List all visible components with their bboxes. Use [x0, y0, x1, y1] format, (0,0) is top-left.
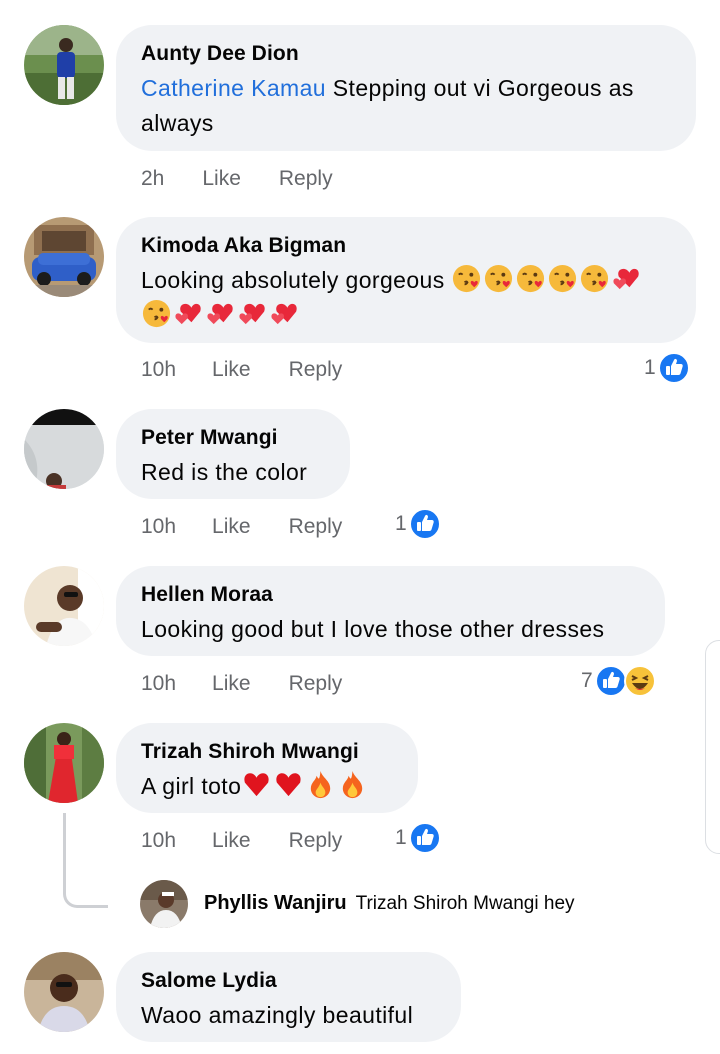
like-button[interactable]: Like	[212, 671, 251, 697]
comment-bubble: Peter Mwangi Red is the color	[116, 409, 350, 499]
reaction-count: 1	[644, 356, 656, 379]
reply-text: Trizah Shiroh Mwangi hey	[355, 893, 575, 914]
avatar[interactable]	[24, 217, 104, 297]
two-hearts-emoji-icon	[611, 263, 642, 294]
comment-bubble: Aunty Dee Dion Catherine Kamau Stepping …	[116, 25, 696, 151]
comment-time[interactable]: 10h	[141, 514, 176, 540]
reaction-summary[interactable]: 1	[395, 822, 441, 854]
reaction-count: 1	[395, 826, 407, 849]
comment-text: Looking absolutely gorgeous	[141, 263, 672, 333]
reaction-count: 1	[395, 512, 407, 535]
kissing-heart-emoji-icon	[579, 263, 610, 294]
like-reaction-icon	[408, 508, 441, 540]
like-button[interactable]: Like	[212, 357, 251, 383]
red-heart-emoji-icon	[241, 769, 272, 800]
reply-button[interactable]: Reply	[289, 514, 343, 540]
comment-bubble: Hellen Moraa Looking good but I love tho…	[116, 566, 665, 656]
comment-text: A girl toto	[141, 769, 394, 804]
two-hearts-emoji-icon	[237, 298, 268, 329]
like-reaction-icon	[594, 665, 627, 697]
reply-preview[interactable]: Phyllis Wanjiru Trizah Shiroh Mwangi hey	[204, 892, 575, 915]
comment-text-part: Stepping out vi Gorgeous as	[326, 75, 634, 101]
comment-author[interactable]: Trizah Shiroh Mwangi	[141, 737, 394, 767]
reply-thread-line	[63, 813, 108, 908]
reply-button[interactable]: Reply	[279, 166, 333, 192]
reaction-count: 7	[581, 669, 593, 692]
reply-button[interactable]: Reply	[289, 828, 343, 854]
reply-author[interactable]: Phyllis Wanjiru	[204, 892, 347, 914]
fire-emoji-icon	[337, 769, 368, 800]
kissing-heart-emoji-icon	[547, 263, 578, 294]
comment-author[interactable]: Peter Mwangi	[141, 423, 326, 453]
comment-author[interactable]: Kimoda Aka Bigman	[141, 231, 672, 261]
comment-actions: 10h Like Reply	[141, 357, 374, 383]
comment-text: Looking good but I love those other dres…	[141, 616, 605, 642]
comment-time[interactable]: 10h	[141, 671, 176, 697]
comment-text: Red is the color	[141, 459, 308, 485]
comment-text: Waoo amazingly beautiful	[141, 1002, 414, 1028]
side-panel-edge[interactable]	[705, 640, 720, 854]
reply-button[interactable]: Reply	[289, 357, 343, 383]
reply-avatar[interactable]	[140, 880, 188, 928]
kissing-heart-emoji-icon	[483, 263, 514, 294]
kissing-heart-emoji-icon	[141, 298, 172, 329]
two-hearts-emoji-icon	[269, 298, 300, 329]
like-button[interactable]: Like	[212, 514, 251, 540]
reaction-summary[interactable]: 1	[395, 508, 441, 540]
comment-text-part: A girl toto	[141, 773, 242, 799]
avatar[interactable]	[24, 25, 104, 105]
red-heart-emoji-icon	[273, 769, 304, 800]
kissing-heart-emoji-icon	[451, 263, 482, 294]
fire-emoji-icon	[305, 769, 336, 800]
comment-bubble: Kimoda Aka Bigman Looking absolutely gor…	[116, 217, 696, 343]
comment-time[interactable]: 2h	[141, 166, 164, 192]
comment-time[interactable]: 10h	[141, 828, 176, 854]
haha-reaction-icon	[623, 665, 656, 697]
two-hearts-emoji-icon	[173, 298, 204, 329]
avatar[interactable]	[24, 952, 104, 1032]
like-reaction-icon	[408, 822, 441, 854]
reaction-summary[interactable]: 7	[581, 665, 656, 697]
comment-actions: 10h Like Reply	[141, 828, 374, 854]
comment-time[interactable]: 10h	[141, 357, 176, 383]
comment-text-part: Looking absolutely gorgeous	[141, 267, 452, 293]
comment-actions: 10h Like Reply	[141, 514, 374, 540]
mention-link[interactable]: Catherine Kamau	[141, 75, 326, 101]
comment-bubble: Trizah Shiroh Mwangi A girl toto	[116, 723, 418, 813]
comment-bubble: Salome Lydia Waoo amazingly beautiful	[116, 952, 461, 1042]
kissing-heart-emoji-icon	[515, 263, 546, 294]
like-button[interactable]: Like	[202, 166, 241, 192]
comment-text-part: always	[141, 110, 214, 136]
avatar[interactable]	[24, 566, 104, 646]
comment-actions: 2h Like Reply	[141, 166, 365, 192]
comment-actions: 10h Like Reply	[141, 671, 374, 697]
comment-author[interactable]: Aunty Dee Dion	[141, 39, 672, 69]
comment-author[interactable]: Hellen Moraa	[141, 580, 641, 610]
reply-button[interactable]: Reply	[289, 671, 343, 697]
like-reaction-icon	[657, 352, 690, 384]
two-hearts-emoji-icon	[205, 298, 236, 329]
avatar[interactable]	[24, 409, 104, 489]
reaction-summary[interactable]: 1	[644, 352, 690, 384]
comment-text: Catherine Kamau Stepping out vi Gorgeous…	[141, 71, 672, 141]
like-button[interactable]: Like	[212, 828, 251, 854]
avatar[interactable]	[24, 723, 104, 803]
comment-author[interactable]: Salome Lydia	[141, 966, 437, 996]
